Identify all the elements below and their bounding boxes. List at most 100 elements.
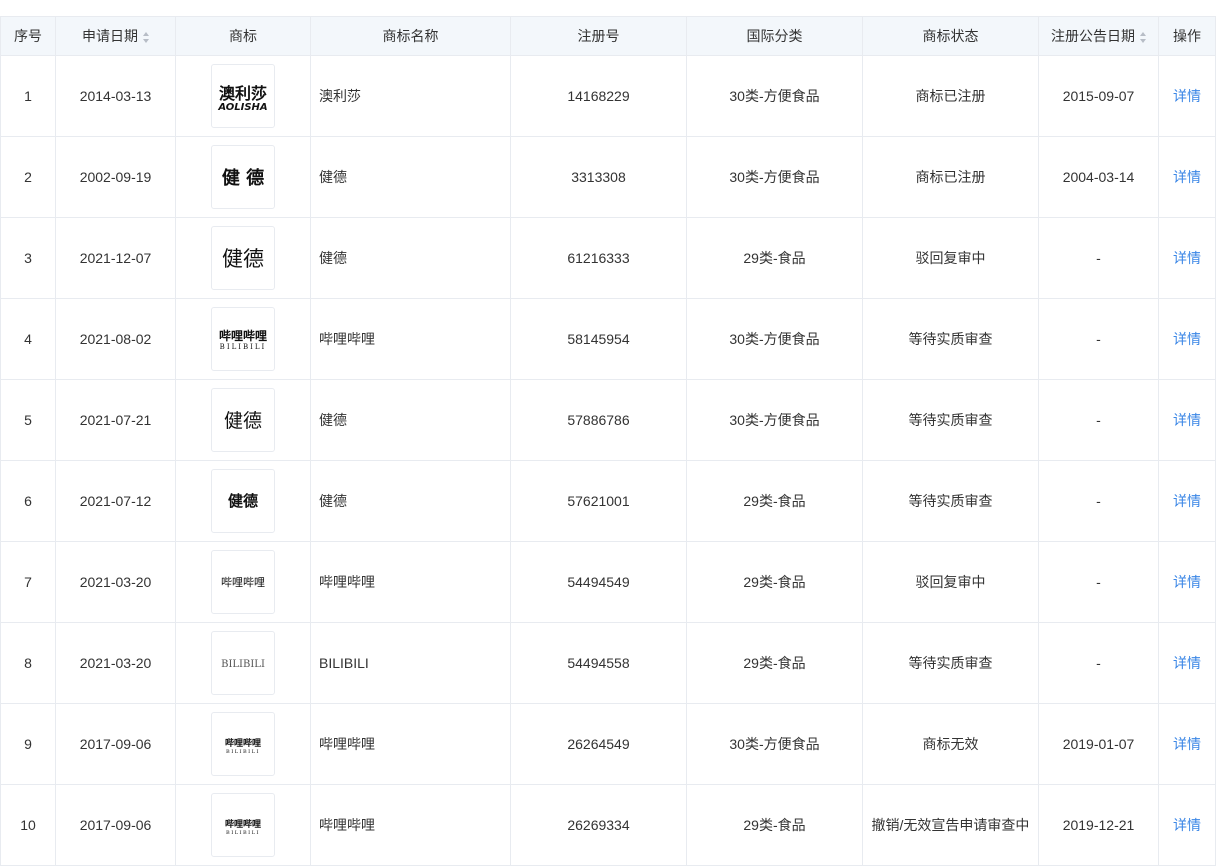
table-row: 1 2014-03-13 澳利莎 AOLISHA 澳利莎 14168229 30类-方便食品… — [0, 55, 1216, 137]
cell-status: 商标无效 — [862, 703, 1039, 785]
cell-logo: 哔哩哔哩 BILIBILI — [175, 703, 311, 785]
cell-index: 2 — [0, 136, 56, 218]
detail-link[interactable]: 详情 — [1173, 169, 1201, 185]
header-class: 国际分类 — [686, 16, 863, 56]
table-row: 2 2002-09-19 健 德 健德 3313308 30类-方便食品 商标已注册 2004… — [0, 136, 1216, 218]
cell-apply-date: 2021-07-12 — [55, 460, 176, 542]
cell-action: 详情 — [1158, 460, 1216, 542]
cell-name: 健德 — [310, 217, 511, 299]
cell-reg-no: 61216333 — [510, 217, 687, 299]
table-row: 10 2017-09-06 哔哩哔哩 BILIBILI 哔哩哔哩 26269334 29类-… — [0, 784, 1216, 866]
header-notice-date[interactable]: 注册公告日期 — [1038, 16, 1159, 56]
detail-link[interactable]: 详情 — [1173, 88, 1201, 104]
cell-name: BILIBILI — [310, 622, 511, 704]
detail-link[interactable]: 详情 — [1173, 493, 1201, 509]
header-name: 商标名称 — [310, 16, 511, 56]
cell-class: 30类-方便食品 — [686, 379, 863, 461]
bilibili-small-logo: 哔哩哔哩BILIBILI — [225, 737, 261, 755]
cell-notice-date: 2019-12-21 — [1038, 784, 1159, 866]
header-index: 序号 — [0, 16, 56, 56]
trademark-image[interactable]: 哔哩哔哩 BILIBILI — [211, 712, 275, 776]
cell-name: 哔哩哔哩 — [310, 703, 511, 785]
cell-name: 哔哩哔哩 — [310, 541, 511, 623]
cell-logo: BILIBILI — [175, 622, 311, 704]
cell-class: 29类-食品 — [686, 541, 863, 623]
cell-apply-date: 2021-03-20 — [55, 541, 176, 623]
cell-reg-no: 3313308 — [510, 136, 687, 218]
trademark-image[interactable]: BILIBILI — [211, 631, 275, 695]
cell-apply-date: 2017-09-06 — [55, 703, 176, 785]
cell-action: 详情 — [1158, 136, 1216, 218]
cell-class: 29类-食品 — [686, 460, 863, 542]
cell-name: 健德 — [310, 136, 511, 218]
cell-reg-no: 14168229 — [510, 55, 687, 137]
cell-index: 9 — [0, 703, 56, 785]
logo-text: 澳利莎 — [219, 84, 267, 103]
cell-status: 撤销/无效宣告申请审查中 — [862, 784, 1039, 866]
cell-action: 详情 — [1158, 541, 1216, 623]
detail-link[interactable]: 详情 — [1173, 331, 1201, 347]
header-apply-date[interactable]: 申请日期 — [55, 16, 176, 56]
aolisha-logo: 澳利莎AOLISHA — [217, 84, 267, 113]
logo-text: BILIBILI — [220, 343, 267, 351]
trademark-image[interactable]: 澳利莎 AOLISHA — [211, 64, 275, 128]
cell-status: 驳回复审中 — [862, 217, 1039, 299]
trademark-image[interactable]: 哔哩哔哩 — [211, 550, 275, 614]
logo-text: 哔哩哔哩 — [219, 328, 267, 343]
cell-logo: 健德 — [175, 379, 311, 461]
detail-link[interactable]: 详情 — [1173, 412, 1201, 428]
trademark-image[interactable]: 健 德 — [211, 145, 275, 209]
cell-index: 10 — [0, 784, 56, 866]
detail-link[interactable]: 详情 — [1173, 250, 1201, 266]
cell-name: 健德 — [310, 460, 511, 542]
cell-notice-date: 2015-09-07 — [1038, 55, 1159, 137]
cell-status: 等待实质审查 — [862, 622, 1039, 704]
trademark-image[interactable]: 哔哩哔哩 BILIBILI — [211, 793, 275, 857]
cell-notice-date: - — [1038, 379, 1159, 461]
cell-logo: 哔哩哔哩 BILIBILI — [175, 298, 311, 380]
cell-class: 29类-食品 — [686, 784, 863, 866]
cell-action: 详情 — [1158, 379, 1216, 461]
cell-reg-no: 57886786 — [510, 379, 687, 461]
header-status: 商标状态 — [862, 16, 1039, 56]
detail-link[interactable]: 详情 — [1173, 574, 1201, 590]
table-row: 9 2017-09-06 哔哩哔哩 BILIBILI 哔哩哔哩 26264549 30类-方… — [0, 703, 1216, 785]
cell-logo: 健 德 — [175, 136, 311, 218]
cell-class: 30类-方便食品 — [686, 55, 863, 137]
trademark-table: 序号 申请日期 商标 商标名称 注册号 国际分类 商标状态 注册公告日期 操作 … — [0, 16, 1216, 866]
jiande-large-logo: 健德 — [222, 247, 264, 271]
cell-index: 5 — [0, 379, 56, 461]
cell-name: 澳利莎 — [310, 55, 511, 137]
trademark-image[interactable]: 健德 — [211, 388, 275, 452]
trademark-image[interactable]: 健德 — [211, 226, 275, 290]
bilibili-text-logo: BILIBILI — [221, 659, 265, 670]
cell-logo: 澳利莎 AOLISHA — [175, 55, 311, 137]
cell-action: 详情 — [1158, 217, 1216, 299]
jiande-bold-spaced-logo: 健 德 — [222, 167, 264, 189]
jiande-serif-logo: 健德 — [224, 410, 262, 432]
bilibili-bold-logo: 哔哩哔哩BILIBILI — [219, 328, 267, 351]
cell-index: 8 — [0, 622, 56, 704]
cell-logo: 哔哩哔哩 — [175, 541, 311, 623]
jiande-small-logo: 健德 — [228, 492, 258, 510]
cell-name: 哔哩哔哩 — [310, 298, 511, 380]
cell-logo: 健德 — [175, 460, 311, 542]
sort-icon[interactable] — [1140, 31, 1146, 43]
trademark-image[interactable]: 哔哩哔哩 BILIBILI — [211, 307, 275, 371]
cell-status: 商标已注册 — [862, 55, 1039, 137]
trademark-image[interactable]: 健德 — [211, 469, 275, 533]
cell-class: 30类-方便食品 — [686, 703, 863, 785]
detail-link[interactable]: 详情 — [1173, 736, 1201, 752]
logo-text: BILIBILI — [221, 659, 265, 670]
cell-action: 详情 — [1158, 55, 1216, 137]
sort-icon[interactable] — [143, 31, 149, 43]
cell-name: 健德 — [310, 379, 511, 461]
cell-reg-no: 26269334 — [510, 784, 687, 866]
detail-link[interactable]: 详情 — [1173, 655, 1201, 671]
cell-class: 29类-食品 — [686, 622, 863, 704]
logo-text: 健德 — [222, 247, 264, 271]
cell-notice-date: - — [1038, 460, 1159, 542]
cell-apply-date: 2021-08-02 — [55, 298, 176, 380]
detail-link[interactable]: 详情 — [1173, 817, 1201, 833]
header-reg-no: 注册号 — [510, 16, 687, 56]
